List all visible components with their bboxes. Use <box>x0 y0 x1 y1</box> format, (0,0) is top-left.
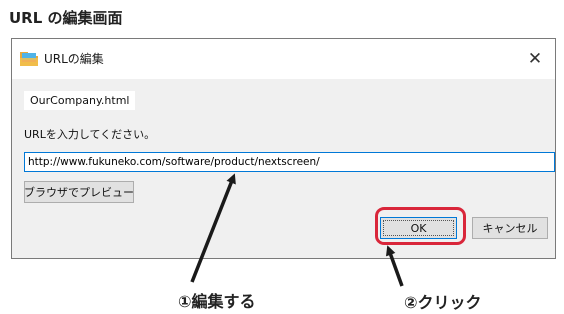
annotation-arrows <box>190 173 404 287</box>
click-callout: ②クリック <box>404 293 482 312</box>
edit-callout: ①編集する <box>178 292 256 311</box>
page: URL の編集画面 URLの編集 ✕ OurCompany.html URLを入… <box>0 0 564 314</box>
edit-arrow-icon <box>190 173 236 283</box>
click-arrow-icon <box>385 245 404 287</box>
